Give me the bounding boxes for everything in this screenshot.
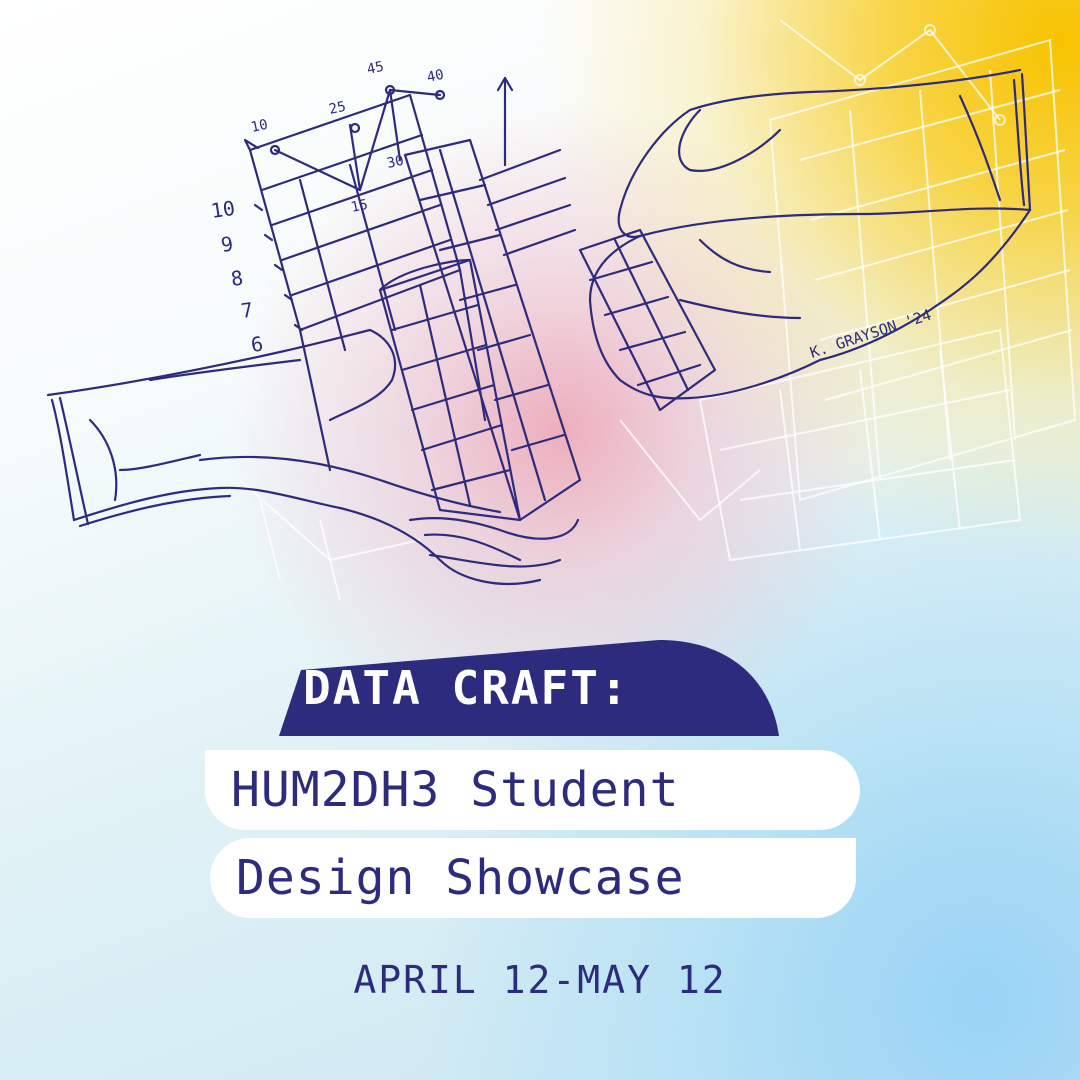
- subtitle-line-2-pill: Design Showcase: [210, 838, 856, 918]
- subtitle-line-1-pill: HUM2DH3 Student: [205, 750, 860, 830]
- poster-background: 10 9 8 7 6 10 25 45 40 15 30 K. GRAYSON …: [0, 0, 1080, 1080]
- title-tag-text: DATA CRAFT:: [303, 661, 630, 715]
- title-block: DATA CRAFT: HUM2DH3 Student Design Showc…: [0, 0, 1080, 1080]
- title-tag: DATA CRAFT:: [279, 640, 779, 736]
- event-dates: APRIL 12-MAY 12: [353, 958, 727, 1002]
- subtitle-line-1: HUM2DH3 Student: [231, 762, 680, 818]
- subtitle-line-2: Design Showcase: [236, 850, 685, 906]
